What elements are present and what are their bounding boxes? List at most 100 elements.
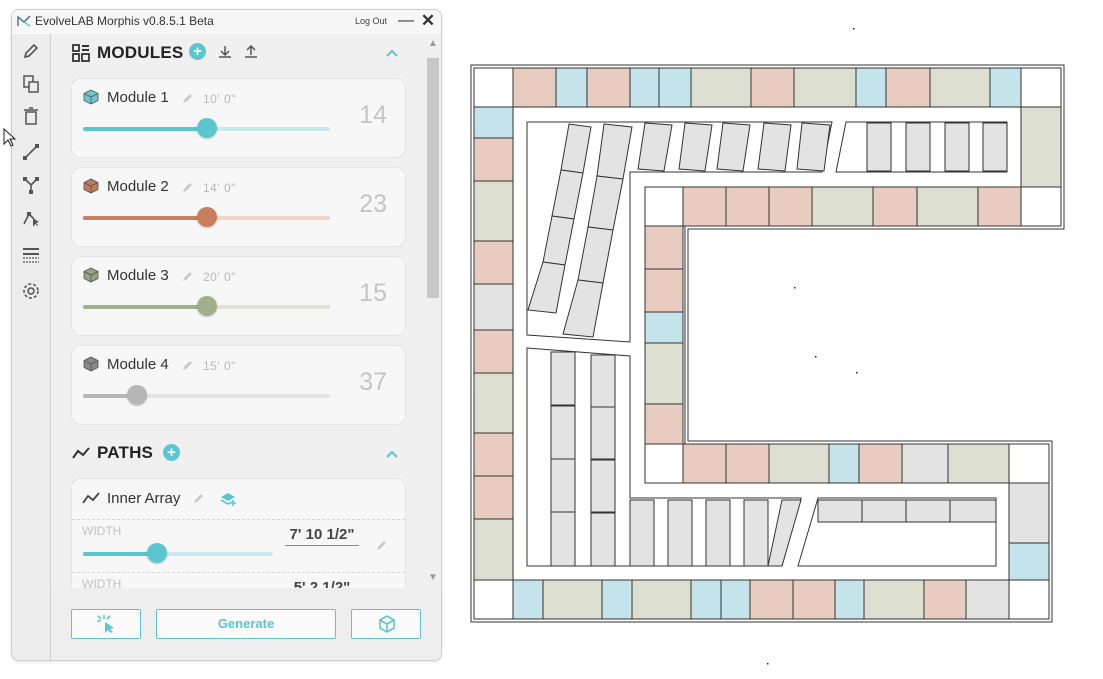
slider-knob[interactable] xyxy=(147,543,168,563)
module-cell xyxy=(644,186,684,227)
module-cell xyxy=(858,443,903,484)
parking-stall xyxy=(757,122,792,172)
module-cell xyxy=(601,579,633,620)
module-count: 23 xyxy=(359,190,387,218)
module-slider[interactable] xyxy=(83,207,330,227)
module-cell xyxy=(768,186,813,227)
slider-knob[interactable] xyxy=(196,296,217,316)
module-cell xyxy=(1020,106,1062,188)
module-cube-icon xyxy=(83,356,99,372)
add-module-button[interactable]: + xyxy=(189,43,206,60)
edit-pencil-icon[interactable] xyxy=(192,492,205,505)
module-cell xyxy=(690,67,752,108)
logout-button[interactable]: Log Out xyxy=(355,16,387,26)
chevron-up-icon[interactable] xyxy=(385,46,399,60)
width-slider[interactable] xyxy=(83,543,273,563)
parking-stall xyxy=(767,499,802,567)
parking-stall xyxy=(866,122,892,172)
module-dimension: 15' 0" xyxy=(203,359,236,373)
view-3d-button[interactable] xyxy=(351,609,421,639)
generate-button[interactable]: Generate xyxy=(156,609,336,639)
parking-stall xyxy=(550,511,576,567)
scroll-up-arrow-icon[interactable]: ▲ xyxy=(425,38,441,50)
parking-stall xyxy=(550,405,576,460)
module-cell xyxy=(863,579,925,620)
edit-pencil-icon[interactable] xyxy=(181,359,194,372)
edit-pencil-icon[interactable] xyxy=(375,539,388,552)
module-cube-icon xyxy=(83,267,99,283)
line-icon[interactable] xyxy=(21,142,41,162)
module-cell xyxy=(473,432,514,477)
scrollbar[interactable]: ▲ ▼ xyxy=(425,36,441,588)
module-dimension: 20' 0" xyxy=(203,270,236,284)
module-cell xyxy=(768,443,830,484)
parking-stall xyxy=(560,123,592,174)
module-cell xyxy=(682,186,727,227)
module-cell xyxy=(725,186,770,227)
module-cell xyxy=(690,579,722,620)
chevron-up-icon[interactable] xyxy=(385,447,399,461)
minimize-button[interactable]: — xyxy=(398,12,414,30)
module-slider[interactable] xyxy=(83,296,330,316)
floor-plan-drawing[interactable] xyxy=(440,0,1103,679)
parking-stall xyxy=(667,499,693,567)
download-icon[interactable] xyxy=(217,44,233,60)
layers-icon[interactable] xyxy=(21,245,41,265)
gear-icon[interactable] xyxy=(21,281,41,301)
module-cell xyxy=(629,67,660,108)
width-value[interactable]: 5' 2 1/2" xyxy=(285,579,359,588)
module-cell xyxy=(473,518,514,581)
slider-knob[interactable] xyxy=(196,207,217,227)
generate-label: Generate xyxy=(217,616,275,631)
module-cell xyxy=(473,106,514,139)
parking-stall xyxy=(905,499,951,523)
scroll-content[interactable]: MODULES + Module 1 10' 0" 14 Module 2 14' 0"… xyxy=(52,34,424,588)
select-button[interactable] xyxy=(71,609,141,639)
paths-header: PATHS + xyxy=(72,442,402,466)
module-name: Module 3 xyxy=(107,267,169,284)
upload-icon[interactable] xyxy=(243,44,259,60)
close-button[interactable]: ✕ xyxy=(420,12,436,30)
node-select-icon[interactable] xyxy=(21,208,41,228)
scroll-down-arrow-icon[interactable]: ▼ xyxy=(425,572,441,584)
parking-stall xyxy=(590,512,616,567)
module-name: Module 4 xyxy=(107,356,169,373)
module-card: Module 1 10' 0" 14 xyxy=(71,78,406,158)
module-slider[interactable] xyxy=(83,118,330,138)
module-cell xyxy=(965,579,1010,620)
path-width-row: WIDTH 7' 10 1/2" xyxy=(72,519,405,572)
module-cell xyxy=(855,67,887,108)
edit-pencil-icon[interactable] xyxy=(181,181,194,194)
parking-stall xyxy=(678,122,713,172)
add-path-button[interactable]: + xyxy=(163,444,180,461)
module-name: Module 2 xyxy=(107,178,169,195)
pencil-icon[interactable] xyxy=(21,41,41,61)
edit-pencil-icon[interactable] xyxy=(181,270,194,283)
module-slider[interactable] xyxy=(83,385,330,405)
width-label: WIDTH xyxy=(82,524,122,538)
slider-knob[interactable] xyxy=(127,385,148,405)
module-cell xyxy=(473,475,514,520)
module-cell xyxy=(644,225,684,270)
parking-stall xyxy=(982,122,1008,172)
copy-icon[interactable] xyxy=(21,74,41,94)
module-name: Module 1 xyxy=(107,89,169,106)
module-cell xyxy=(512,579,544,620)
parking-stall xyxy=(716,122,751,172)
trash-icon[interactable] xyxy=(21,106,41,126)
scroll-thumb[interactable] xyxy=(427,58,439,298)
module-cell xyxy=(834,579,865,620)
parking-stall xyxy=(577,226,614,284)
layer-add-icon[interactable] xyxy=(219,489,237,507)
width-value[interactable]: 7' 10 1/2" xyxy=(285,526,359,546)
cube-icon xyxy=(379,615,395,633)
module-cell xyxy=(542,579,603,620)
branch-icon[interactable] xyxy=(21,175,41,195)
slider-knob[interactable] xyxy=(196,118,217,138)
parking-stall xyxy=(949,499,997,523)
edit-pencil-icon[interactable] xyxy=(181,92,194,105)
module-cell xyxy=(644,268,684,313)
module-cell xyxy=(885,67,931,108)
module-cell xyxy=(828,443,860,484)
morphis-panel: EvolveLAB Morphis v0.8.5.1 Beta Log Out … xyxy=(11,9,442,661)
